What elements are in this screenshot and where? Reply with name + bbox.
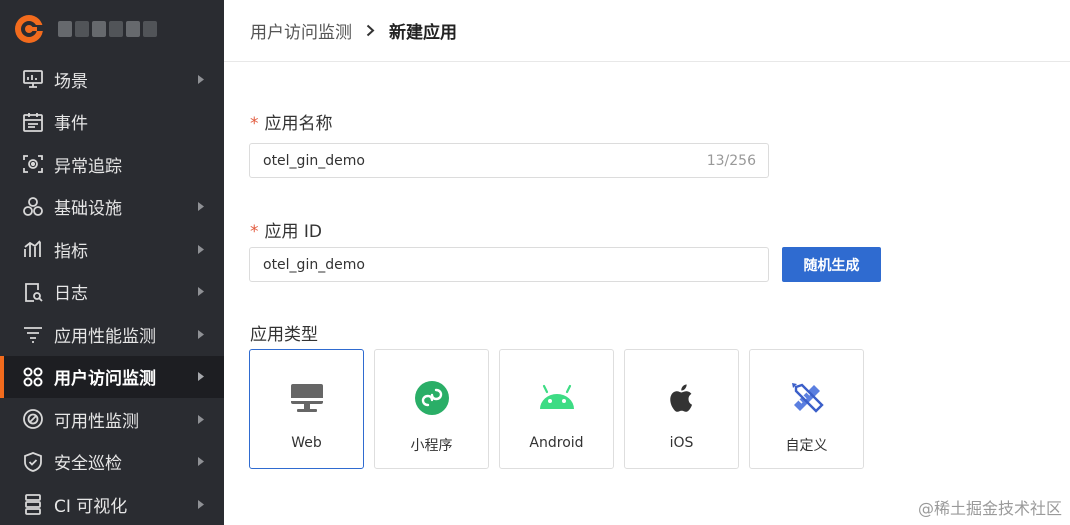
blurred-workspace-name	[58, 21, 157, 37]
mini-program-icon	[412, 378, 452, 418]
shield-check-icon	[22, 451, 44, 473]
char-counter: 13/256	[706, 152, 756, 169]
app-id-label-text: 应用 ID	[264, 222, 323, 242]
sidebar-item-error-tracking[interactable]: 异常追踪	[0, 143, 224, 186]
sidebar-item-infrastructure[interactable]: 基础设施	[0, 186, 224, 229]
app-name-input[interactable]: otel_gin_demo 13/256	[249, 143, 769, 178]
app-type-label-web: Web	[291, 435, 322, 451]
sidebar-item-label: 异常追踪	[54, 156, 122, 177]
app-name-label-text: 应用名称	[264, 114, 333, 134]
app-type-options: Web 小程序 Android iOS 自定义	[249, 349, 864, 469]
app-type-ios[interactable]: iOS	[624, 349, 739, 469]
app-type-label-mini-program: 小程序	[410, 438, 453, 454]
monitor-icon	[287, 378, 327, 418]
chevron-right-icon	[366, 24, 375, 37]
log-search-icon	[22, 281, 44, 303]
sidebar-item-label: 指标	[54, 241, 88, 262]
sidebar-item-label: CI 可视化	[54, 496, 128, 517]
sidebar: 场景 事件 异常追踪 基础设施 指标 日志 应用性能监测 用户访问监测 可用性监…	[0, 0, 224, 525]
app-type-label: 应用类型	[250, 325, 318, 345]
app-type-android[interactable]: Android	[499, 349, 614, 469]
breadcrumb: 用户访问监测 新建应用	[224, 0, 1070, 62]
sidebar-item-label: 事件	[54, 114, 88, 135]
sidebar-item-label: 应用性能监测	[54, 326, 156, 347]
chevron-right-icon	[196, 74, 206, 84]
app-id-value: otel_gin_demo	[263, 256, 365, 273]
sidebar-item-label: 可用性监测	[54, 411, 139, 432]
sidebar-item-metrics[interactable]: 指标	[0, 228, 224, 271]
calendar-icon	[22, 111, 44, 133]
app-type-label-custom: 自定义	[785, 438, 828, 454]
sidebar-item-label: 场景	[54, 71, 88, 92]
chevron-right-icon	[196, 202, 206, 212]
android-icon	[537, 378, 577, 418]
app-id-label: * 应用 ID	[250, 217, 322, 242]
filter-lines-icon	[22, 323, 44, 345]
chevron-right-icon	[196, 457, 206, 467]
required-mark: *	[250, 222, 259, 242]
main-content: 用户访问监测 新建应用 * 应用名称 otel_gin_demo 13/256 *…	[224, 0, 1070, 525]
app-name-label: * 应用名称	[250, 109, 333, 134]
sidebar-item-rum[interactable]: 用户访问监测	[0, 355, 224, 398]
sidebar-item-scenes[interactable]: 场景	[0, 58, 224, 101]
stack-icon	[22, 493, 44, 516]
sidebar-item-ci[interactable]: CI 可视化	[0, 483, 224, 525]
app-type-web[interactable]: Web	[249, 349, 364, 469]
chevron-right-icon	[196, 329, 206, 339]
sidebar-item-apm[interactable]: 应用性能监测	[0, 313, 224, 356]
app-id-input[interactable]: otel_gin_demo	[249, 247, 769, 282]
sidebar-item-availability[interactable]: 可用性监测	[0, 398, 224, 441]
hexagons-icon	[22, 196, 44, 218]
sidebar-item-label: 安全巡检	[54, 454, 122, 475]
sidebar-item-logs[interactable]: 日志	[0, 271, 224, 314]
app-type-mini-program[interactable]: 小程序	[374, 349, 489, 469]
app-type-label-ios: iOS	[669, 435, 694, 451]
breadcrumb-parent-link[interactable]: 用户访问监测	[250, 18, 352, 43]
circle-slash-icon	[22, 408, 44, 430]
sidebar-item-security[interactable]: 安全巡检	[0, 441, 224, 484]
random-generate-button[interactable]: 随机生成	[782, 247, 881, 282]
grid-circles-icon	[22, 366, 44, 388]
page-title: 新建应用	[389, 23, 457, 43]
chevron-right-icon	[196, 244, 206, 254]
sidebar-item-label: 基础设施	[54, 199, 122, 220]
chevron-right-icon	[196, 414, 206, 424]
chevron-right-icon	[196, 499, 206, 509]
app-type-label-android: Android	[529, 435, 584, 451]
app-name-value: otel_gin_demo	[263, 152, 365, 169]
chevron-right-icon	[196, 372, 206, 382]
app-type-custom[interactable]: 自定义	[749, 349, 864, 469]
brand	[0, 0, 224, 58]
sidebar-item-label: 用户访问监测	[54, 369, 156, 390]
ruler-pencil-icon	[787, 378, 827, 418]
sidebar-item-label: 日志	[54, 284, 88, 305]
scan-icon	[22, 153, 44, 175]
sidebar-nav: 场景 事件 异常追踪 基础设施 指标 日志 应用性能监测 用户访问监测 可用性监…	[0, 58, 224, 525]
bar-chart-icon	[22, 238, 44, 260]
apple-icon	[662, 378, 702, 418]
required-mark: *	[250, 114, 259, 134]
sidebar-item-events[interactable]: 事件	[0, 101, 224, 144]
monitor-icon	[22, 68, 44, 90]
gc-logo[interactable]	[14, 14, 44, 44]
watermark: @稀土掘金技术社区	[917, 499, 1062, 518]
chevron-right-icon	[196, 287, 206, 297]
